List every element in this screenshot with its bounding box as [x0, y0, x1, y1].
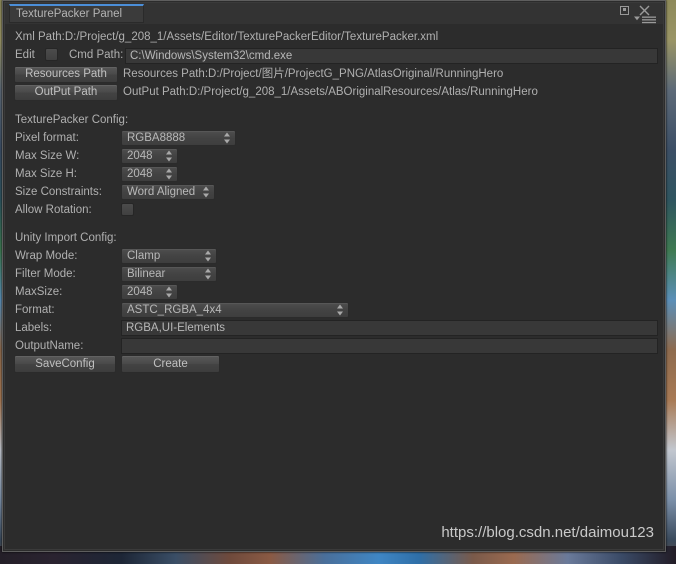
max-size-label: MaxSize: — [15, 286, 63, 298]
chevron-updown-icon — [203, 186, 210, 198]
chevron-updown-icon — [205, 250, 212, 262]
filter-mode-dropdown[interactable]: Bilinear — [121, 266, 217, 282]
allow-rotation-label: Allow Rotation: — [15, 204, 92, 216]
format-value: ASTC_RGBA_4x4 — [127, 304, 222, 316]
window-controls — [620, 4, 660, 24]
allow-rotation-toggle[interactable] — [121, 203, 134, 216]
pixel-format-value: RGBA8888 — [127, 132, 186, 144]
max-size-value: 2048 — [127, 286, 153, 298]
edit-label: Edit — [15, 49, 35, 61]
save-config-button[interactable]: SaveConfig — [14, 355, 116, 373]
chevron-updown-icon — [337, 304, 344, 316]
unity-editor-window: TexturePacker Panel Xml Path:D:/Project/… — [2, 0, 666, 552]
output-name-field[interactable] — [121, 338, 658, 354]
max-size-h-dropdown[interactable]: 2048 — [121, 166, 178, 182]
output-name-label: OutputName: — [15, 340, 84, 352]
window-tab-bar: TexturePacker Panel — [5, 3, 663, 25]
unity-import-config-title: Unity Import Config: — [15, 232, 117, 244]
pixel-format-dropdown[interactable]: RGBA8888 — [121, 130, 236, 146]
labels-field[interactable]: RGBA,UI-Elements — [121, 320, 658, 336]
format-label: Format: — [15, 304, 55, 316]
close-icon[interactable] — [639, 5, 650, 16]
output-path-button[interactable]: OutPut Path — [14, 84, 118, 101]
size-constraints-label: Size Constraints: — [15, 186, 102, 198]
xml-path-text: Xml Path:D:/Project/g_208_1/Assets/Edito… — [15, 31, 439, 43]
filter-mode-label: Filter Mode: — [15, 268, 76, 280]
format-dropdown[interactable]: ASTC_RGBA_4x4 — [121, 302, 349, 318]
tab-texturepacker-panel[interactable]: TexturePacker Panel — [9, 4, 144, 23]
chevron-updown-icon — [166, 168, 173, 180]
edit-toggle[interactable] — [45, 48, 58, 61]
max-size-w-label: Max Size W: — [15, 150, 80, 162]
chevron-updown-icon — [166, 286, 173, 298]
size-constraints-dropdown[interactable]: Word Aligned — [121, 184, 215, 200]
max-size-h-value: 2048 — [127, 168, 153, 180]
output-path-text: OutPut Path:D:/Project/g_208_1/Assets/AB… — [123, 86, 538, 98]
wrap-mode-value: Clamp — [127, 250, 161, 262]
maximize-icon[interactable] — [620, 6, 629, 15]
chevron-updown-icon — [224, 132, 231, 144]
size-constraints-value: Word Aligned — [127, 186, 196, 198]
chevron-updown-icon — [205, 268, 212, 280]
max-size-h-label: Max Size H: — [15, 168, 77, 180]
max-size-w-dropdown[interactable]: 2048 — [121, 148, 178, 164]
max-size-dropdown[interactable]: 2048 — [121, 284, 178, 300]
resources-path-button[interactable]: Resources Path — [14, 66, 118, 83]
max-size-w-value: 2048 — [127, 150, 153, 162]
filter-mode-value: Bilinear — [127, 268, 166, 280]
labels-label: Labels: — [15, 322, 53, 334]
panel-content: Xml Path:D:/Project/g_208_1/Assets/Edito… — [5, 24, 663, 549]
chevron-updown-icon — [166, 150, 173, 162]
hamburger-menu-icon[interactable] — [633, 16, 657, 24]
cmd-path-field[interactable]: C:\Windows\System32\cmd.exe — [125, 48, 658, 64]
resources-path-text: Resources Path:D:/Project/图片/ProjectG_PN… — [123, 68, 504, 80]
create-button[interactable]: Create — [121, 355, 220, 373]
texturepacker-config-title: TexturePacker Config: — [15, 114, 129, 126]
wrap-mode-dropdown[interactable]: Clamp — [121, 248, 217, 264]
window-inner-frame: TexturePacker Panel Xml Path:D:/Project/… — [4, 2, 664, 550]
wrap-mode-label: Wrap Mode: — [15, 250, 78, 262]
watermark-text: https://blog.csdn.net/daimou123 — [441, 524, 654, 541]
pixel-format-label: Pixel format: — [15, 132, 79, 144]
cmd-path-label: Cmd Path: — [69, 49, 124, 61]
